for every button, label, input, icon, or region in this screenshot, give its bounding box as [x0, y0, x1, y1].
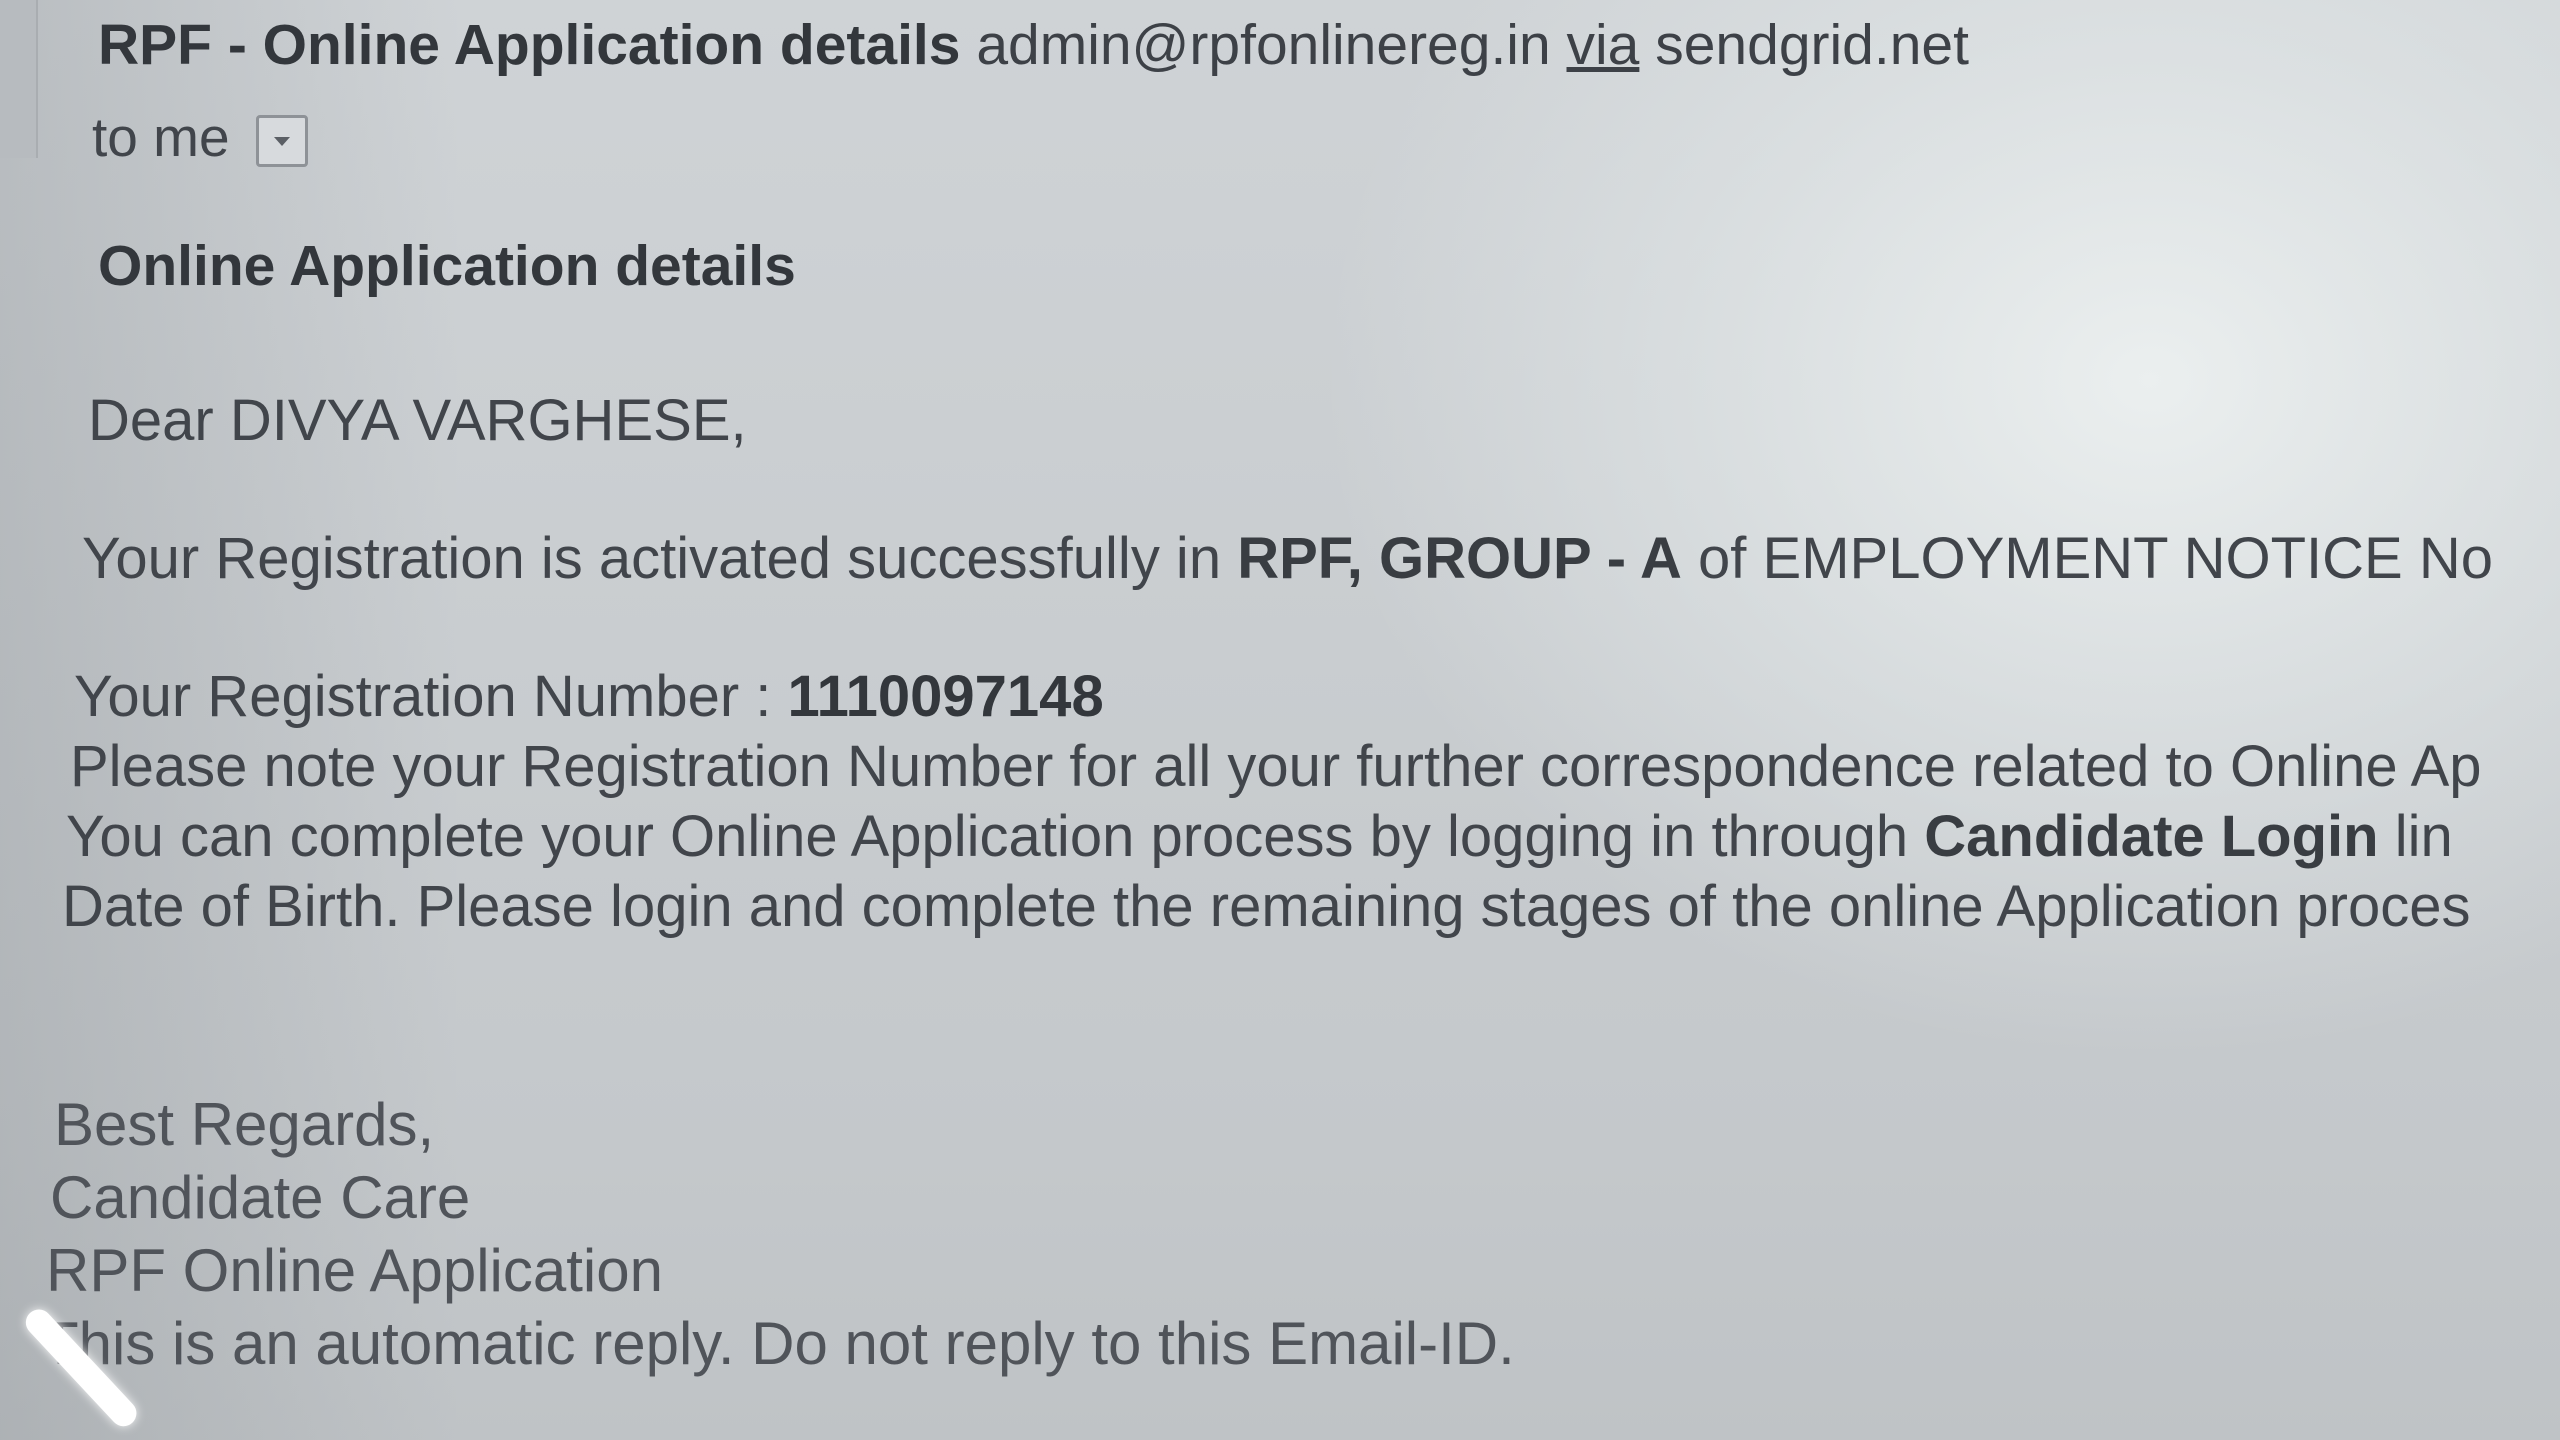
message-heading: Online Application details [98, 234, 796, 298]
signature-regards: Best Regards, [54, 1091, 435, 1158]
recipient-row: to me [92, 105, 308, 169]
signature-org: RPF Online Application [46, 1237, 663, 1304]
activation-group: RPF, GROUP - A [1237, 526, 1682, 591]
email-header: RPF - Online Application details admin@r… [98, 12, 1969, 78]
via-domain: sendgrid.net [1655, 13, 1969, 77]
signature-auto-reply-note: This is an automatic reply. Do not reply… [42, 1310, 1515, 1377]
sidebar-edge [0, 0, 38, 158]
registration-line: Your Registration Number : 1110097148 [74, 663, 1104, 730]
registration-label: Your Registration Number : [74, 664, 788, 729]
sender-address[interactable]: admin@rpfonlinereg.in [976, 13, 1550, 77]
activation-prefix: Your Registration is activated successfu… [82, 526, 1238, 591]
note-line: Please note your Registration Number for… [70, 734, 2482, 799]
via-link[interactable]: via [1567, 13, 1640, 77]
chevron-down-icon [273, 137, 290, 146]
registration-number: 1110097148 [787, 664, 1104, 729]
recipient-details-button[interactable] [255, 115, 308, 167]
dob-line: Date of Birth. Please login and complete… [62, 874, 2471, 939]
complete-suffix: lin [2378, 804, 2453, 869]
email-subject: RPF - Online Application details [98, 13, 961, 77]
recipient-label: to me [92, 106, 230, 168]
complete-line: You can complete your Online Application… [66, 803, 2453, 870]
greeting: Dear DIVYA VARGHESE, [88, 388, 747, 453]
candidate-login-link[interactable]: Candidate Login [1924, 804, 2378, 869]
activation-suffix: of EMPLOYMENT NOTICE No [1681, 526, 2493, 591]
activation-line: Your Registration is activated successfu… [82, 525, 2493, 592]
signature-team: Candidate Care [50, 1164, 471, 1231]
complete-prefix: You can complete your Online Application… [66, 804, 1925, 869]
